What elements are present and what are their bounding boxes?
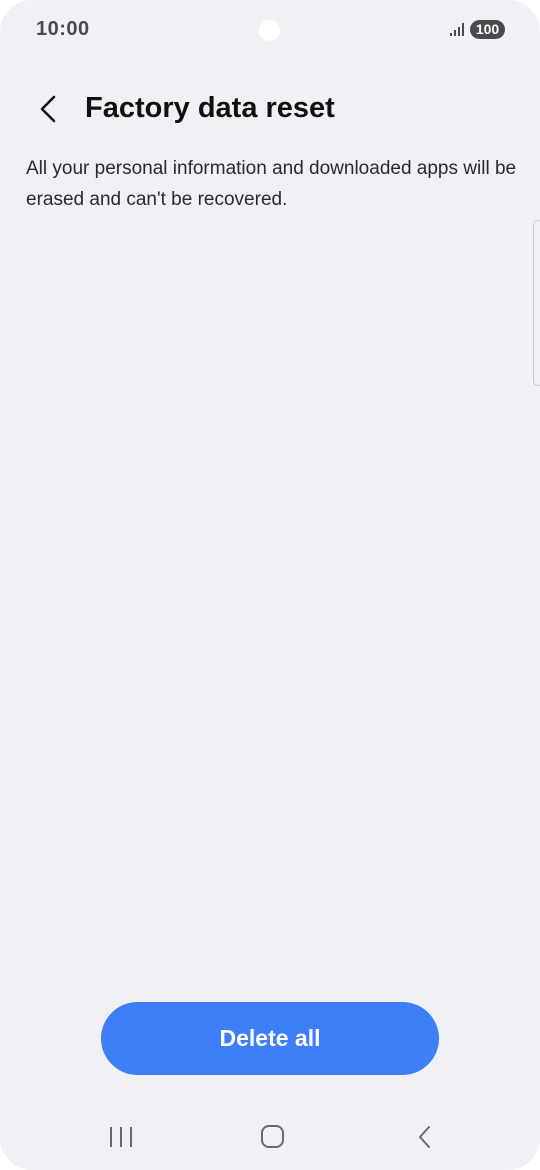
back-button[interactable] <box>28 88 72 132</box>
home-icon <box>261 1125 284 1148</box>
reset-description: All your personal information and downlo… <box>26 158 517 210</box>
recents-button[interactable] <box>100 1120 144 1154</box>
status-time: 10:00 <box>36 18 90 40</box>
page-title: Factory data reset <box>85 92 335 124</box>
back-icon <box>419 1126 430 1148</box>
home-button[interactable] <box>250 1120 294 1154</box>
battery-icon: 100 <box>470 20 505 39</box>
recents-icon <box>110 1127 132 1147</box>
screen: 10:00 100 Factory data reset All your pe… <box>0 0 540 1170</box>
signal-icon <box>450 23 464 36</box>
status-bar: 10:00 100 <box>0 0 540 60</box>
scroll-indicator[interactable] <box>533 220 540 386</box>
app-header: Factory data reset <box>0 80 540 140</box>
camera-cutout <box>259 20 280 41</box>
chevron-left-icon <box>40 95 56 123</box>
delete-all-button[interactable]: Delete all <box>101 1002 439 1075</box>
navigation-bar <box>0 1100 540 1170</box>
nav-back-button[interactable] <box>402 1120 446 1154</box>
